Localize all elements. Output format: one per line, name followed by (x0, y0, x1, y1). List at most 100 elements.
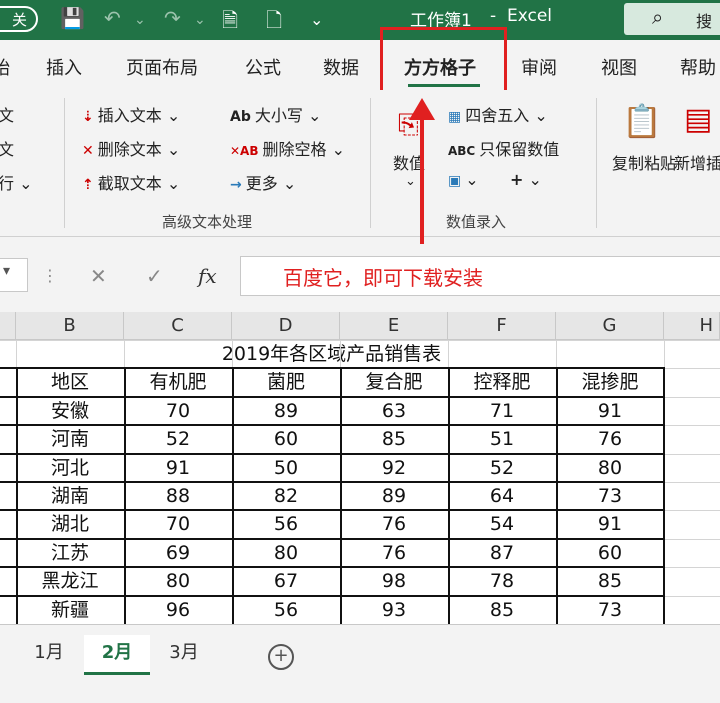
sheet-tab-jan[interactable]: 1月 (14, 635, 84, 675)
table-cell[interactable]: 56 (232, 510, 340, 538)
column-header[interactable]: D (232, 312, 340, 340)
search-box[interactable]: ⌕ 搜 (624, 3, 720, 35)
extract-text-button[interactable]: ⇡ 截取文本 ⌄ (82, 170, 180, 194)
redo-icon[interactable]: ↷ (164, 6, 181, 30)
table-cell[interactable]: 54 (448, 510, 556, 538)
save-icon[interactable]: 💾 (60, 6, 85, 30)
table-header-cell[interactable]: 控释肥 (448, 368, 556, 396)
print-preview-icon[interactable]: 🗎 (222, 6, 238, 40)
tab-data[interactable]: 数据 (323, 54, 359, 80)
numeric-value-dropdown-icon[interactable]: ⌄ (405, 174, 416, 189)
table-cell[interactable]: 51 (448, 425, 556, 453)
table-cell[interactable]: 69 (124, 539, 232, 567)
table-cell[interactable]: 安徽 (16, 397, 124, 425)
cancel-entry-icon[interactable]: ✕ (90, 264, 107, 288)
tab-help[interactable]: 帮助 (680, 54, 716, 80)
column-header-a[interactable] (0, 312, 16, 340)
table-cell[interactable]: 河南 (16, 425, 124, 453)
table-cell[interactable]: 82 (232, 482, 340, 510)
table-cell[interactable]: 98 (340, 567, 448, 595)
table-cell[interactable]: 67 (232, 567, 340, 595)
copy-paste-button[interactable]: 复制粘贴 (612, 150, 676, 174)
tab-insert[interactable]: 插入 (46, 54, 82, 80)
table-cell[interactable]: 湖南 (16, 482, 124, 510)
table-cell[interactable]: 91 (556, 510, 664, 538)
table-cell[interactable]: 78 (448, 567, 556, 595)
table-cell[interactable]: 89 (340, 482, 448, 510)
table-cell[interactable]: 70 (124, 510, 232, 538)
table-cell[interactable]: 60 (232, 425, 340, 453)
round-button[interactable]: ▦ 四舍五入 ⌄ (448, 102, 548, 126)
column-header[interactable]: F (448, 312, 556, 340)
sheet-tab-feb[interactable]: 2月 (84, 635, 150, 675)
table-cell[interactable]: 93 (340, 596, 448, 624)
table-cell[interactable]: 71 (448, 397, 556, 425)
table-header-cell[interactable]: 复合肥 (340, 368, 448, 396)
column-header[interactable]: B (16, 312, 124, 340)
table-cell[interactable]: 87 (448, 539, 556, 567)
more-button[interactable]: → 更多 ⌄ (230, 170, 296, 194)
table-cell[interactable]: 76 (340, 539, 448, 567)
tab-formulas[interactable]: 公式 (245, 54, 281, 80)
table-cell[interactable]: 63 (340, 397, 448, 425)
new-document-icon[interactable]: 🗋 (266, 6, 282, 40)
table-title[interactable]: 2019年各区域产品销售表 (0, 340, 663, 368)
name-box[interactable]: ▾ (0, 258, 28, 292)
table-cell[interactable]: 96 (124, 596, 232, 624)
left-cut-item-3[interactable]: 行 ⌄ (0, 170, 33, 194)
table-cell[interactable]: 76 (340, 510, 448, 538)
table-header-cell[interactable]: 有机肥 (124, 368, 232, 396)
table-cell[interactable]: 80 (556, 454, 664, 482)
table-cell[interactable]: 73 (556, 482, 664, 510)
table-cell[interactable]: 85 (340, 425, 448, 453)
table-cell[interactable]: 河北 (16, 454, 124, 482)
redo-dropdown-icon[interactable]: ⌄ (194, 12, 206, 28)
case-button[interactable]: Ab 大小写 ⌄ (230, 102, 321, 126)
column-header[interactable]: H (664, 312, 720, 340)
table-cell[interactable]: 85 (556, 567, 664, 595)
table-cell[interactable]: 江苏 (16, 539, 124, 567)
left-cut-item-2[interactable]: 文 (0, 136, 14, 160)
table-cell[interactable]: 92 (340, 454, 448, 482)
tab-review[interactable]: 审阅 (521, 54, 557, 80)
table-cell[interactable]: 91 (556, 397, 664, 425)
table-cell[interactable]: 91 (124, 454, 232, 482)
edit-table-button[interactable]: ▣ ⌄ (448, 170, 479, 189)
keep-values-button[interactable]: ABC 只保留数值 (448, 136, 559, 160)
table-header-cell[interactable]: 混掺肥 (556, 368, 664, 396)
table-cell[interactable]: 湖北 (16, 510, 124, 538)
table-cell[interactable]: 80 (124, 567, 232, 595)
table-cell[interactable]: 52 (124, 425, 232, 453)
column-header[interactable]: C (124, 312, 232, 340)
table-cell[interactable]: 60 (556, 539, 664, 567)
tab-page-layout[interactable]: 页面布局 (126, 54, 198, 80)
table-cell[interactable]: 70 (124, 397, 232, 425)
sheet-tab-mar[interactable]: 3月 (150, 635, 218, 675)
table-cell[interactable]: 76 (556, 425, 664, 453)
table-cell[interactable]: 新疆 (16, 596, 124, 624)
new-insert-button[interactable]: 新增插入 (674, 150, 720, 174)
table-cell[interactable]: 黑龙江 (16, 567, 124, 595)
table-cell[interactable]: 64 (448, 482, 556, 510)
table-cell[interactable]: 89 (232, 397, 340, 425)
table-cell[interactable]: 73 (556, 596, 664, 624)
table-cell[interactable]: 52 (448, 454, 556, 482)
delete-spaces-button[interactable]: ✕AB 删除空格 ⌄ (230, 136, 345, 160)
column-header[interactable]: E (340, 312, 448, 340)
table-cell[interactable]: 50 (232, 454, 340, 482)
add-sheet-icon[interactable]: + (268, 644, 294, 670)
confirm-entry-icon[interactable]: ✓ (146, 264, 163, 288)
table-header-cell[interactable]: 地区 (16, 368, 124, 396)
tab-home[interactable]: 始 (0, 54, 10, 80)
table-header-cell[interactable]: 菌肥 (232, 368, 340, 396)
table-cell[interactable]: 80 (232, 539, 340, 567)
insert-function-button[interactable]: fx (198, 264, 217, 288)
table-cell[interactable]: 85 (448, 596, 556, 624)
tab-view[interactable]: 视图 (601, 54, 637, 80)
plus-button[interactable]: + ⌄ (510, 170, 542, 189)
table-cell[interactable]: 88 (124, 482, 232, 510)
left-cut-item-1[interactable]: 文 (0, 102, 14, 126)
undo-icon[interactable]: ↶ (104, 6, 121, 30)
autosave-toggle[interactable]: 关 (0, 6, 38, 32)
customize-toolbar-icon[interactable]: ⌄ (310, 10, 323, 29)
